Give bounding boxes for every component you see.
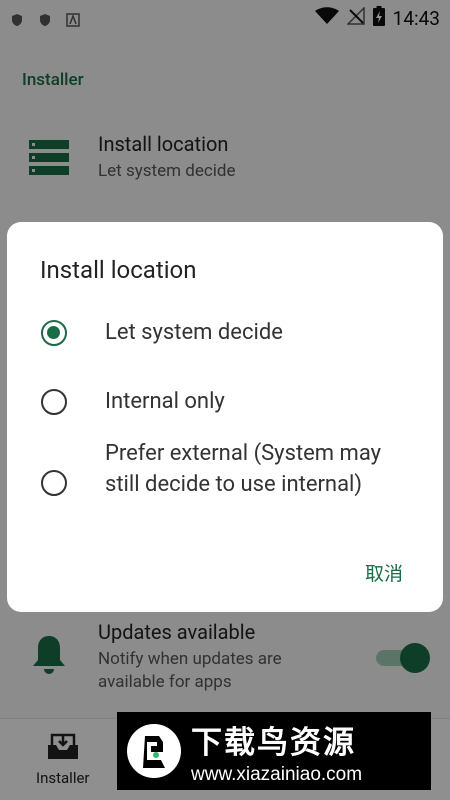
option-label: Internal only: [105, 389, 225, 414]
radio-button[interactable]: [41, 389, 67, 415]
option-let-system-decide[interactable]: Let system decide: [7, 318, 443, 348]
cancel-button[interactable]: 取消: [365, 559, 403, 586]
install-location-dialog: Install location Let system decide Inter…: [7, 222, 443, 612]
option-label: Let system decide: [105, 320, 283, 345]
watermark-title: 下载鸟资源: [191, 724, 356, 761]
watermark-banner: 下载鸟资源 www.xiazainiao.com: [117, 712, 431, 790]
option-prefer-external[interactable]: Prefer external (System may still decide…: [7, 438, 443, 534]
radio-button-checked[interactable]: [41, 320, 67, 346]
option-internal-only[interactable]: Internal only: [7, 387, 443, 417]
radio-button[interactable]: [41, 470, 67, 496]
bird-logo-icon: [117, 714, 191, 788]
option-label: Prefer external (System may still decide…: [105, 441, 382, 497]
dialog-title: Install location: [40, 256, 197, 284]
watermark-url: www.xiazainiao.com: [191, 763, 363, 785]
